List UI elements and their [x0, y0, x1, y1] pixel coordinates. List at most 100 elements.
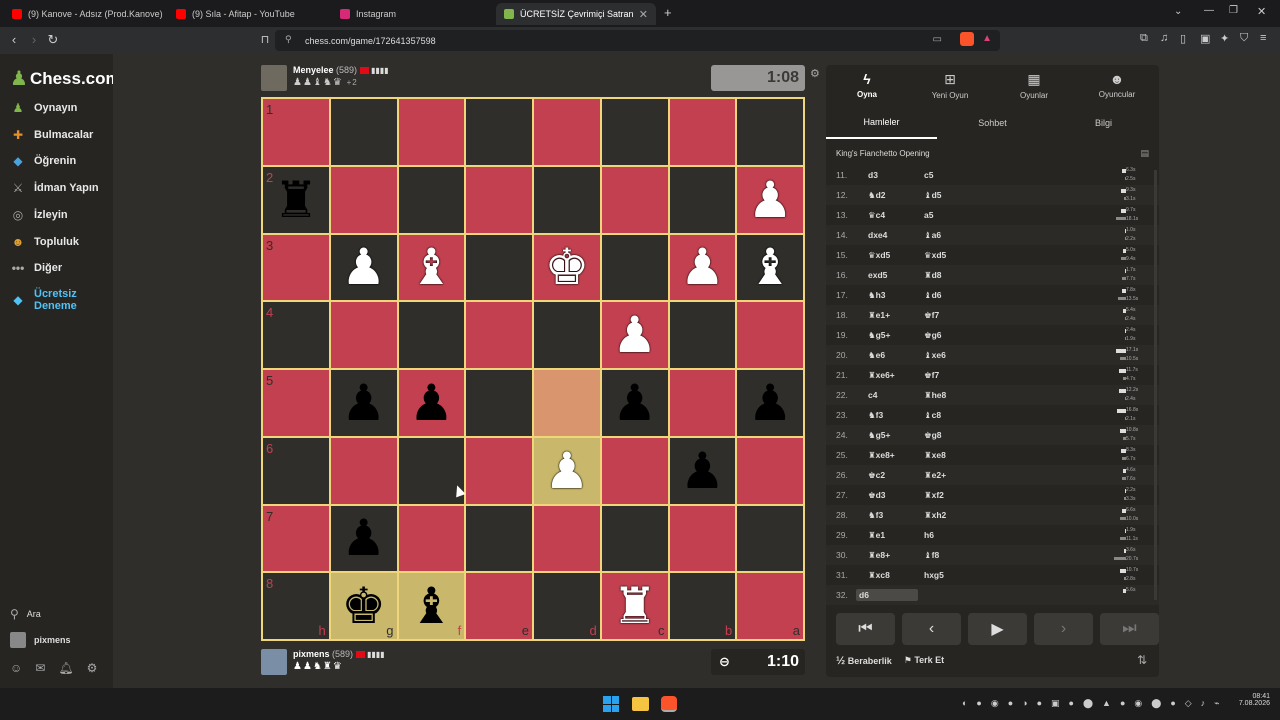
tab-players[interactable]: ☻ Oyuncular — [1082, 71, 1152, 99]
black-move[interactable]: ♜xh2 — [918, 510, 980, 521]
board-square[interactable] — [466, 234, 532, 301]
board-square[interactable]: 8h — [263, 573, 329, 639]
sidebar-item-puzzles[interactable]: ✚ Bulmacalar — [10, 127, 93, 143]
board-square[interactable] — [601, 505, 668, 572]
forward-icon[interactable]: › — [24, 32, 44, 47]
white-move[interactable]: c4 — [856, 390, 918, 400]
scrollbar[interactable] — [1154, 170, 1157, 600]
white-move[interactable]: ♚d3 — [856, 490, 918, 501]
black-pawn-piece[interactable]: ♟ — [612, 378, 657, 428]
tab-new-game[interactable]: ⊞ Yeni Oyun — [915, 71, 985, 100]
browser-tab[interactable]: (9) Kanove - Adsız (Prod.Kanove) - Yo — [4, 3, 164, 25]
tab-list-icon[interactable]: ⌄ — [1174, 6, 1182, 17]
black-move[interactable]: ♜xf2 — [918, 490, 980, 501]
board-square[interactable] — [534, 302, 600, 368]
white-move[interactable]: ♜xe8+ — [856, 450, 918, 461]
vpn-icon[interactable]: ⛉ — [1240, 32, 1248, 45]
white-pawn-piece[interactable]: ♟ — [341, 242, 386, 292]
board-square[interactable]: ♟ — [330, 505, 397, 572]
black-move[interactable]: a5 — [918, 210, 980, 220]
white-move[interactable]: ♞g5+ — [856, 330, 918, 341]
black-pawn-piece[interactable]: ♟ — [748, 378, 793, 428]
wallet-icon[interactable]: ▣ — [1200, 32, 1210, 45]
black-move[interactable]: ♝d6 — [918, 290, 980, 301]
board-square[interactable] — [669, 505, 736, 572]
black-move[interactable]: ♛xd5 — [918, 250, 980, 261]
board-square[interactable] — [466, 166, 532, 233]
white-move[interactable]: ♜xc8 — [856, 570, 918, 581]
sidebar-search[interactable]: ⚲ Ara — [10, 607, 41, 621]
board-square[interactable]: ♝ — [398, 234, 465, 301]
board-square[interactable] — [737, 437, 803, 504]
clock[interactable]: 08:41 7.08.2026 — [1230, 693, 1270, 707]
avatar[interactable] — [261, 65, 287, 91]
black-move[interactable]: ♝d5 — [918, 190, 980, 201]
browser-tab[interactable]: Instagram — [332, 3, 492, 25]
white-pawn-piece[interactable]: ♟ — [680, 242, 725, 292]
first-move-button[interactable]: ⏮ — [836, 613, 895, 645]
avatar[interactable] — [261, 649, 287, 675]
white-move[interactable]: ♜e8+ — [856, 550, 918, 561]
chess-board[interactable]: 1 2 ♜ ♟ 3 ♟ ♝ ♚ ♟ ♝ 4 ♟ 5 ♟ ♟ ♟ ♟ 6 ♟ ♟ 7 ♟ 8 h g ♚ f ♝ e d c ♜ b a — [261, 97, 805, 641]
board-square[interactable]: ♟ — [398, 370, 465, 436]
black-move[interactable]: ♜xe8 — [918, 450, 980, 461]
draw-button[interactable]: ½ Beraberlik — [836, 655, 892, 667]
board-square[interactable] — [466, 302, 532, 368]
board-square[interactable] — [601, 99, 668, 165]
windows-start-icon[interactable] — [603, 696, 619, 712]
sidebar-item-train[interactable]: ⚔ İdman Yapın — [10, 180, 99, 196]
address-bar[interactable]: ⚲ chess.com/game/172641357598 ▭ ▲ — [275, 30, 1000, 51]
messages-icon[interactable]: ✉ — [35, 661, 45, 675]
black-pawn-piece[interactable]: ♟ — [409, 378, 454, 428]
board-square[interactable]: 1 — [263, 99, 329, 165]
board-square[interactable] — [398, 99, 465, 165]
board-square[interactable] — [330, 99, 397, 165]
white-move[interactable]: ♚c2 — [856, 470, 918, 481]
board-square[interactable] — [330, 166, 397, 233]
black-move[interactable]: ♝a6 — [918, 230, 980, 241]
board-square[interactable] — [330, 302, 397, 368]
tab-games[interactable]: ▦ Oyunlar — [999, 71, 1069, 100]
board-square[interactable]: 3 — [263, 234, 329, 301]
white-move[interactable]: ♞e6 — [856, 350, 918, 361]
black-move[interactable]: ♜he8 — [918, 390, 980, 401]
board-square[interactable] — [398, 302, 465, 368]
board-square[interactable] — [601, 234, 668, 301]
black-move[interactable]: c5 — [918, 170, 980, 180]
white-move[interactable]: ♛xd5 — [856, 250, 918, 261]
board-square[interactable]: ♟ — [737, 166, 803, 233]
black-move[interactable]: ♜e2+ — [918, 470, 980, 481]
white-move[interactable]: d6 — [856, 589, 918, 601]
music-icon[interactable]: ♫ — [1160, 32, 1168, 44]
board-square[interactable] — [534, 505, 600, 572]
board-square[interactable] — [669, 166, 736, 233]
board-square[interactable] — [534, 166, 600, 233]
board-square[interactable] — [398, 505, 465, 572]
white-bishop-piece[interactable]: ♝ — [409, 242, 454, 292]
board-square[interactable]: f ♝ — [398, 573, 465, 639]
flip-board-icon[interactable]: ⇅ — [1137, 653, 1147, 667]
white-move[interactable]: ♜e1 — [856, 530, 918, 541]
board-square[interactable] — [737, 302, 803, 368]
board-square[interactable] — [534, 99, 600, 165]
white-bishop-piece[interactable]: ♝ — [748, 242, 793, 292]
opening-name[interactable]: King's Fianchetto Opening — [836, 149, 930, 158]
board-square[interactable]: 7 — [263, 505, 329, 572]
board-settings-icon[interactable]: ⚙ — [810, 67, 820, 80]
black-pawn-piece[interactable]: ♟ — [341, 513, 386, 563]
black-move[interactable]: ♝c8 — [918, 410, 980, 421]
board-square[interactable]: c ♜ — [601, 573, 668, 639]
sidebar-item-more[interactable]: ••• Diğer — [10, 260, 62, 276]
black-king-piece[interactable]: ♚ — [341, 581, 386, 631]
white-move[interactable]: ♜e1+ — [856, 310, 918, 321]
tab-info[interactable]: Bilgi — [1048, 107, 1159, 139]
black-move[interactable]: ♝f8 — [918, 550, 980, 561]
board-square[interactable] — [330, 437, 397, 504]
black-move[interactable]: ♚g8 — [918, 430, 980, 441]
white-move[interactable]: ♞d2 — [856, 190, 918, 201]
system-tray-icons[interactable]: ◐●◉●◑●▣●⬤▲●◉⬤●◇♪⌁ — [962, 698, 1229, 709]
browser-tab[interactable]: (9) Sıla - Afitap - YouTube — [168, 3, 328, 25]
cast-icon[interactable]: ▭ — [933, 34, 942, 45]
reload-icon[interactable]: ↻ — [43, 32, 63, 48]
board-square[interactable]: g ♚ — [330, 573, 397, 639]
